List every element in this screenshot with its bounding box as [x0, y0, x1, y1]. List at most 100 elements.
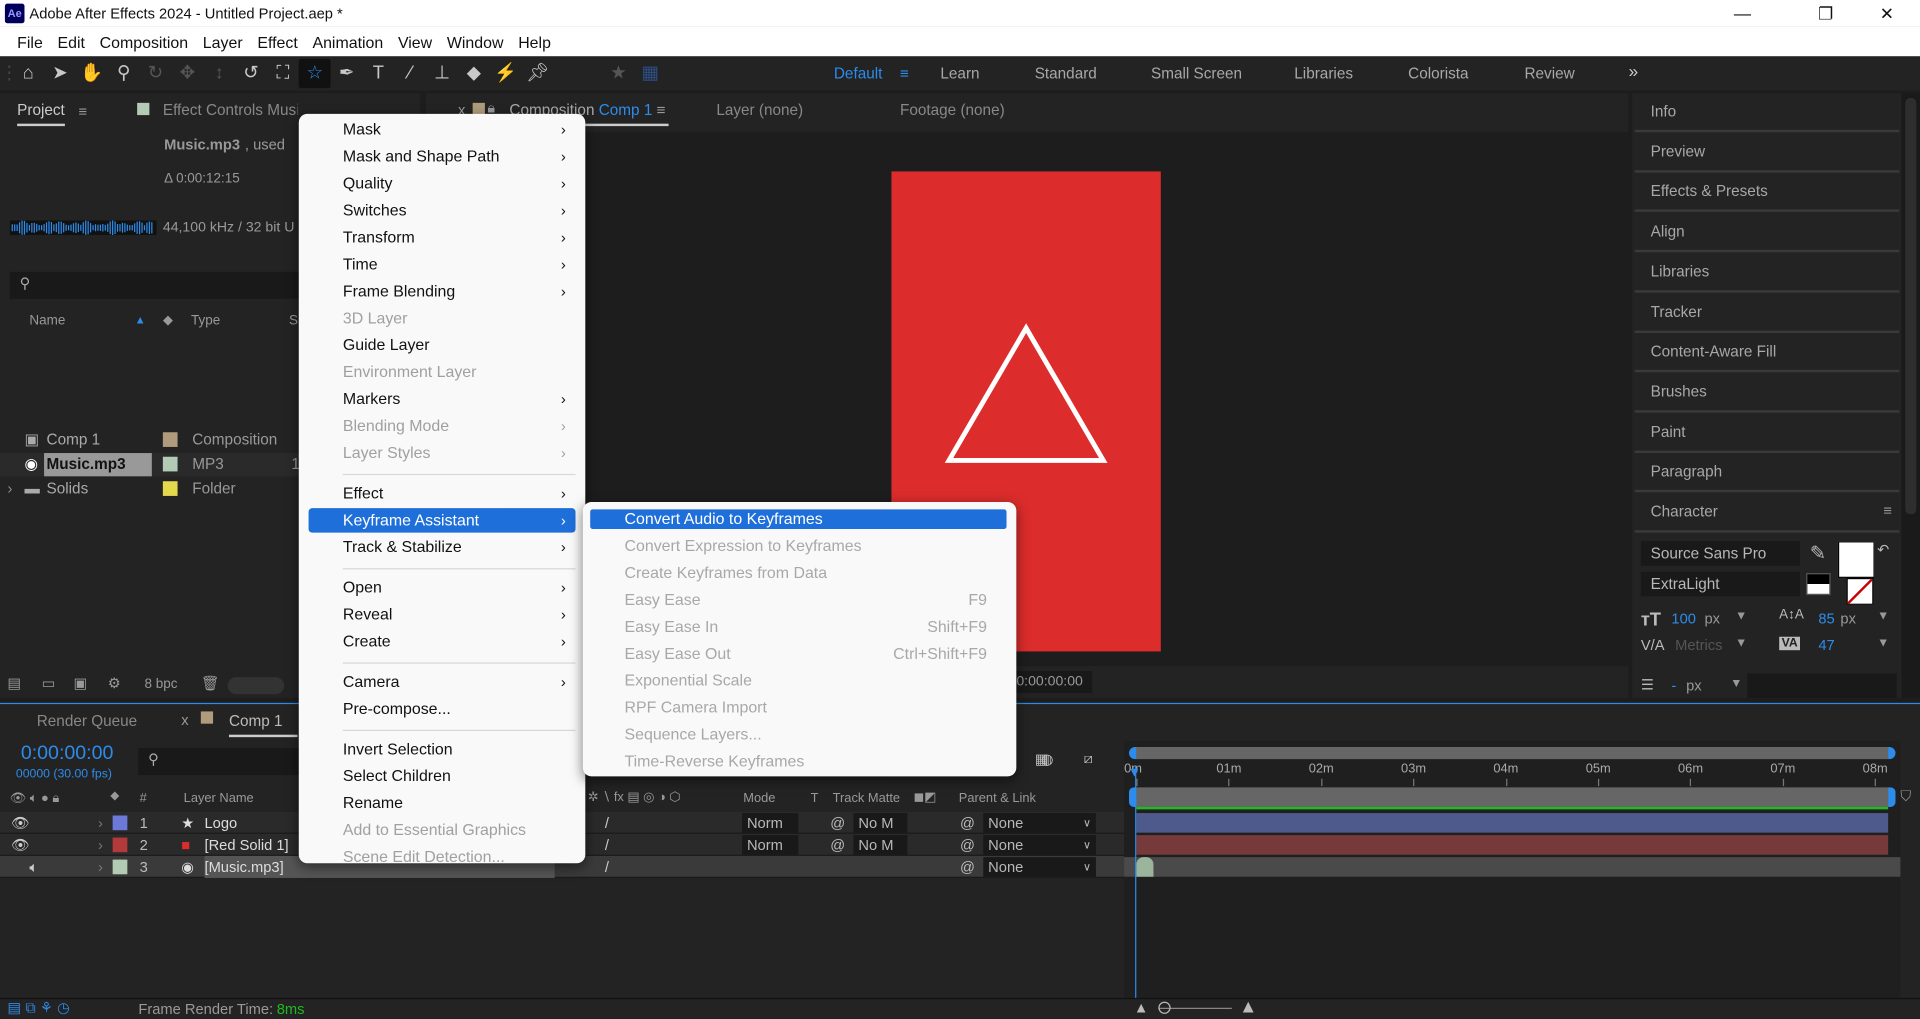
playhead-handle[interactable]: ▼: [1128, 765, 1141, 780]
track-matte-dropdown[interactable]: No M: [853, 835, 908, 855]
home-icon[interactable]: ⌂: [12, 59, 44, 88]
matte-link-icon[interactable]: @: [830, 812, 845, 834]
zoom-out-icon[interactable]: ▲: [1134, 999, 1149, 1016]
close-button[interactable]: ✕: [1859, 0, 1915, 27]
label-color[interactable]: [112, 837, 128, 853]
audio-toggle-icon[interactable]: 🔈︎: [29, 856, 38, 878]
workspace-libraries[interactable]: Libraries: [1294, 56, 1353, 90]
menu-item-rename[interactable]: Rename: [309, 791, 576, 815]
video-toggle-icon[interactable]: 👁︎: [11, 834, 30, 856]
layer-duration-bar[interactable]: [1124, 857, 1901, 877]
effect-controls-tab[interactable]: Effect Controls Music.mp3: [163, 102, 298, 119]
graph-editor-icon[interactable]: ⧄: [1084, 749, 1093, 767]
panel-align[interactable]: Align: [1634, 213, 1900, 253]
workspace-learn[interactable]: Learn: [940, 56, 979, 90]
menu-item-mask[interactable]: Mask ›: [309, 118, 576, 142]
thumbnail-toggle[interactable]: [227, 677, 285, 695]
stroke-width-dropdown[interactable]: ▼: [1730, 677, 1742, 690]
menu-layer[interactable]: Layer: [195, 32, 250, 50]
label-color[interactable]: [112, 859, 128, 875]
quality-switch[interactable]: /: [605, 856, 609, 878]
menu-item-frame-blending[interactable]: Frame Blending ›: [309, 279, 576, 303]
font-size-dropdown[interactable]: ▼: [1735, 610, 1747, 623]
leading-value[interactable]: 85: [1818, 610, 1834, 627]
rotate-icon[interactable]: ↺: [235, 59, 267, 88]
menu-window[interactable]: Window: [440, 32, 511, 50]
layer-name-header[interactable]: Layer Name: [184, 791, 254, 806]
menu-item-mask-and-shape-path[interactable]: Mask and Shape Path ›: [309, 144, 576, 168]
layer-duration-bar[interactable]: [1136, 835, 1889, 855]
video-toggle-icon[interactable]: 👁︎: [11, 812, 30, 834]
menu-item-switches[interactable]: Switches ›: [309, 198, 576, 222]
menu-item-invert-selection[interactable]: Invert Selection: [309, 737, 576, 761]
bit-depth-button[interactable]: 8 bpc: [144, 677, 177, 692]
track-matte-dropdown[interactable]: No M: [853, 813, 908, 833]
layer-name[interactable]: Logo: [204, 812, 237, 834]
menu-item-transform[interactable]: Transform ›: [309, 225, 576, 249]
menu-item-keyframe-assistant[interactable]: Keyframe Assistant ›: [308, 508, 576, 533]
workspace-small-screen[interactable]: Small Screen: [1151, 56, 1242, 90]
submenu-item-convert-audio-to-keyframes[interactable]: Convert Audio to Keyframes: [590, 509, 1007, 529]
orbit-icon[interactable]: ↻: [140, 59, 172, 88]
parent-dropdown[interactable]: None ∨: [983, 857, 1096, 877]
menu-item-camera[interactable]: Camera ›: [309, 670, 576, 694]
kerning-value[interactable]: Metrics: [1675, 637, 1722, 654]
mode-dropdown[interactable]: Norm: [742, 813, 799, 833]
matte-link-icon[interactable]: @: [830, 834, 845, 856]
fill-color-swatch[interactable]: [1837, 541, 1875, 578]
workspace-standard[interactable]: Standard: [1035, 56, 1097, 90]
zoom-slider-handle[interactable]: [1158, 1001, 1171, 1014]
pan-icon[interactable]: ✥: [171, 59, 203, 88]
panel-libraries[interactable]: Libraries: [1634, 253, 1900, 293]
motion-blur-icon[interactable]: ◍: [1041, 751, 1054, 768]
workspace-colorista[interactable]: Colorista: [1408, 56, 1468, 90]
zoom-icon[interactable]: ⚲: [108, 59, 140, 88]
layer-switches-toggle-icon[interactable]: ▤ ⧉ ⚘ ◷: [7, 999, 70, 1017]
menu-item-open[interactable]: Open ›: [309, 576, 576, 600]
label-color[interactable]: [162, 432, 178, 447]
column-name[interactable]: Name: [29, 313, 65, 328]
tracking-value[interactable]: 47: [1818, 637, 1834, 654]
label-color[interactable]: [162, 456, 178, 472]
tracking-dropdown[interactable]: ▼: [1877, 637, 1889, 650]
parent-dropdown[interactable]: None ∨: [983, 835, 1096, 855]
roto-brush-icon[interactable]: ⚡: [490, 59, 522, 88]
parent-pickwhip-icon[interactable]: @: [960, 856, 975, 878]
parent-pickwhip-icon[interactable]: @: [960, 812, 975, 834]
menu-help[interactable]: Help: [511, 32, 558, 50]
delete-icon[interactable]: 🗑: [201, 675, 220, 692]
menu-item-create[interactable]: Create ›: [309, 629, 576, 653]
menu-item-effect[interactable]: Effect ›: [309, 481, 576, 505]
menu-edit[interactable]: Edit: [50, 32, 92, 50]
panel-effects-presets[interactable]: Effects & Presets: [1634, 173, 1900, 213]
label-tag-icon[interactable]: ⬥: [163, 311, 173, 329]
kerning-dropdown[interactable]: ▼: [1735, 637, 1747, 650]
footage-tab[interactable]: Footage (none): [900, 102, 1005, 119]
logo-triangle[interactable]: [943, 321, 1110, 468]
menu-item-select-children[interactable]: Select Children: [309, 764, 576, 788]
selection-icon[interactable]: ➤: [44, 59, 76, 88]
menu-animation[interactable]: Animation: [305, 32, 390, 50]
layer-name[interactable]: [Red Solid 1]: [204, 834, 288, 856]
sort-ascending-icon[interactable]: ▲: [135, 313, 146, 325]
menu-item-track-stabilize[interactable]: Track & Stabilize ›: [309, 535, 576, 559]
panel-paragraph[interactable]: Paragraph: [1634, 453, 1900, 493]
work-area-bar[interactable]: [1128, 787, 1896, 807]
interpret-footage-icon[interactable]: ▤: [7, 675, 21, 692]
pan-behind-icon[interactable]: ⛶: [267, 59, 299, 88]
layer-duration-bar[interactable]: [1136, 813, 1889, 833]
swap-colors-icon[interactable]: ↶: [1877, 541, 1889, 558]
panel-character[interactable]: Character: [1634, 493, 1900, 533]
puppet-pin-icon[interactable]: 📌︎: [522, 59, 554, 88]
parent-dropdown[interactable]: None ∨: [983, 813, 1096, 833]
expand-arrow[interactable]: ›: [98, 834, 103, 856]
menu-item-quality[interactable]: Quality ›: [309, 171, 576, 195]
font-style-dropdown[interactable]: ExtraLight: [1640, 571, 1801, 597]
snapping-star-icon[interactable]: ★: [602, 59, 634, 88]
menu-item-guide-layer[interactable]: Guide Layer: [309, 333, 576, 357]
type-icon[interactable]: T: [362, 59, 394, 88]
quality-switch[interactable]: /: [605, 834, 609, 856]
layer-search-input[interactable]: ⚲: [138, 748, 301, 776]
menu-item-reveal[interactable]: Reveal ›: [309, 602, 576, 626]
comp-1-tab[interactable]: Comp 1: [228, 713, 298, 738]
